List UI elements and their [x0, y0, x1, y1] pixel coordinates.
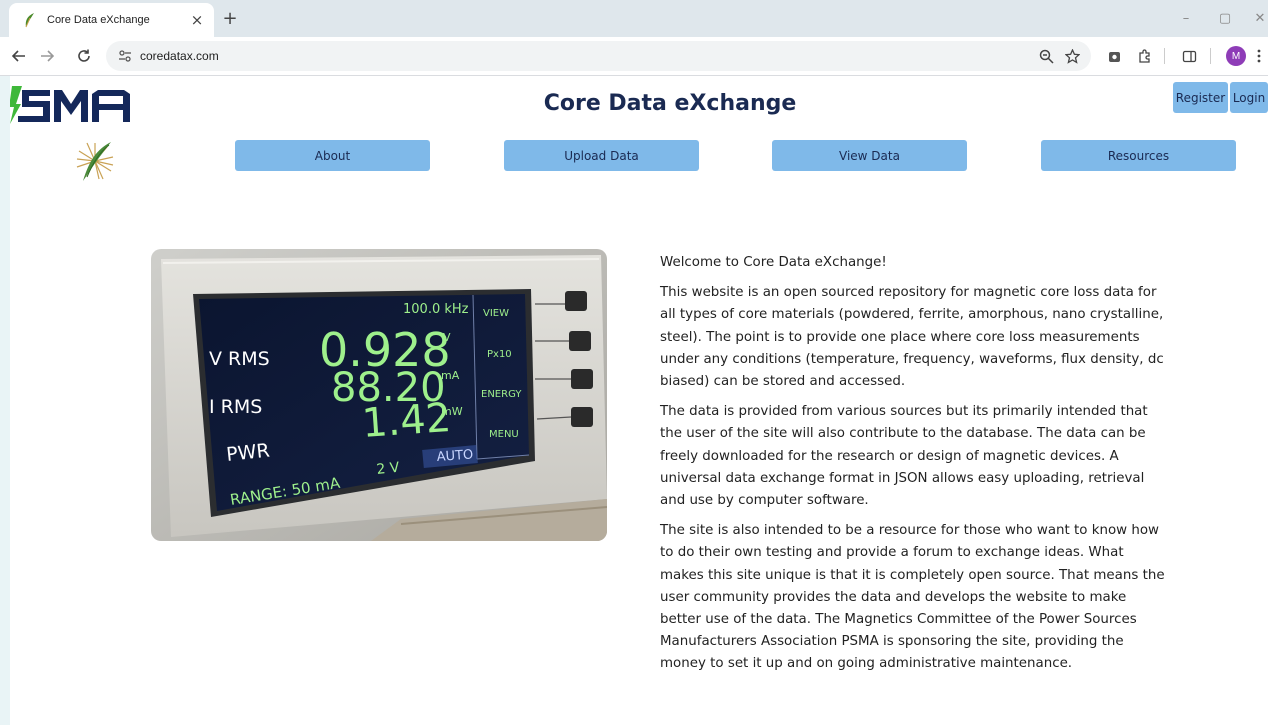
browser-tab[interactable]: Core Data eXchange ×	[9, 3, 214, 37]
window-restore-icon[interactable]: ▢	[1210, 8, 1240, 28]
nav-about[interactable]: About	[235, 140, 430, 171]
site-title: Core Data eXchange	[543, 91, 797, 116]
psma-logo[interactable]	[10, 84, 134, 126]
side-label-energy: ENERGY	[481, 389, 522, 400]
frequency-readout: 100.0 kHz	[403, 302, 469, 317]
meter-button	[565, 291, 587, 311]
leaf-favicon-icon	[25, 13, 34, 28]
bookmark-star-icon[interactable]	[1059, 43, 1085, 69]
new-tab-button[interactable]: +	[219, 7, 241, 29]
irms-label: I RMS	[209, 396, 262, 418]
address-bar[interactable]: coredatax.com	[106, 41, 1091, 71]
zoom-icon[interactable]	[1033, 43, 1059, 69]
window-close-icon[interactable]: ✕	[1245, 8, 1268, 28]
profile-avatar[interactable]: M	[1226, 46, 1246, 66]
welcome-heading: Welcome to Core Data eXchange!	[660, 255, 887, 270]
back-arrow-icon[interactable]	[8, 45, 30, 67]
nav-upload-data[interactable]: Upload Data	[504, 140, 699, 171]
toolbar-separator	[1210, 48, 1211, 64]
nav-resources[interactable]: Resources	[1041, 140, 1236, 171]
reload-icon[interactable]	[73, 45, 95, 67]
leaf-emblem-logo	[76, 142, 114, 181]
data-source-paragraph: The data is provided from various source…	[660, 404, 1148, 509]
window-minimize-icon[interactable]: –	[1171, 8, 1201, 28]
side-panel-icon[interactable]	[1178, 45, 1200, 67]
tab-title: Core Data eXchange	[47, 14, 150, 26]
pwr-label: PWR	[225, 440, 271, 466]
web-page: Core Data eXchange Register Login About …	[10, 76, 1268, 725]
tab-strip: Core Data eXchange × + – ▢ ✕	[0, 0, 1268, 37]
meter-button	[569, 331, 591, 351]
site-info-icon[interactable]	[114, 45, 136, 67]
nav-view-data[interactable]: View Data	[772, 140, 967, 171]
meter-button	[571, 369, 593, 389]
vrms-unit: V	[443, 331, 451, 344]
register-button[interactable]: Register	[1173, 82, 1228, 113]
voltage-range: 2 V	[376, 460, 401, 478]
power-meter-photo: 100.0 kHz V RMS I RMS PWR 0.928 V 88.20 …	[151, 249, 607, 541]
extension-icon[interactable]	[1103, 45, 1125, 67]
auto-label: AUTO	[436, 447, 474, 465]
side-label-view: VIEW	[483, 308, 509, 319]
puzzle-extensions-icon[interactable]	[1133, 45, 1155, 67]
url-text[interactable]: coredatax.com	[140, 49, 1033, 63]
login-button[interactable]: Login	[1230, 82, 1268, 113]
pwr-value: 1.42	[360, 395, 452, 447]
side-label-menu: MENU	[489, 429, 519, 440]
menu-kebab-icon[interactable]	[1253, 45, 1265, 67]
community-paragraph: The site is also intended to be a resour…	[660, 523, 1165, 672]
pwr-unit: mW	[441, 405, 463, 418]
meter-button	[571, 407, 593, 427]
vrms-label: V RMS	[209, 348, 270, 370]
tab-close-icon[interactable]: ×	[188, 11, 206, 29]
side-label-px10: Px10	[487, 349, 512, 360]
welcome-content: Welcome to Core Data eXchange! This webs…	[660, 252, 1170, 684]
toolbar-separator	[1164, 48, 1165, 64]
browser-toolbar: coredatax.com M	[0, 37, 1268, 75]
irms-unit: mA	[441, 369, 460, 382]
forward-arrow-icon[interactable]	[36, 45, 58, 67]
intro-paragraph: This website is an open sourced reposito…	[660, 285, 1164, 390]
